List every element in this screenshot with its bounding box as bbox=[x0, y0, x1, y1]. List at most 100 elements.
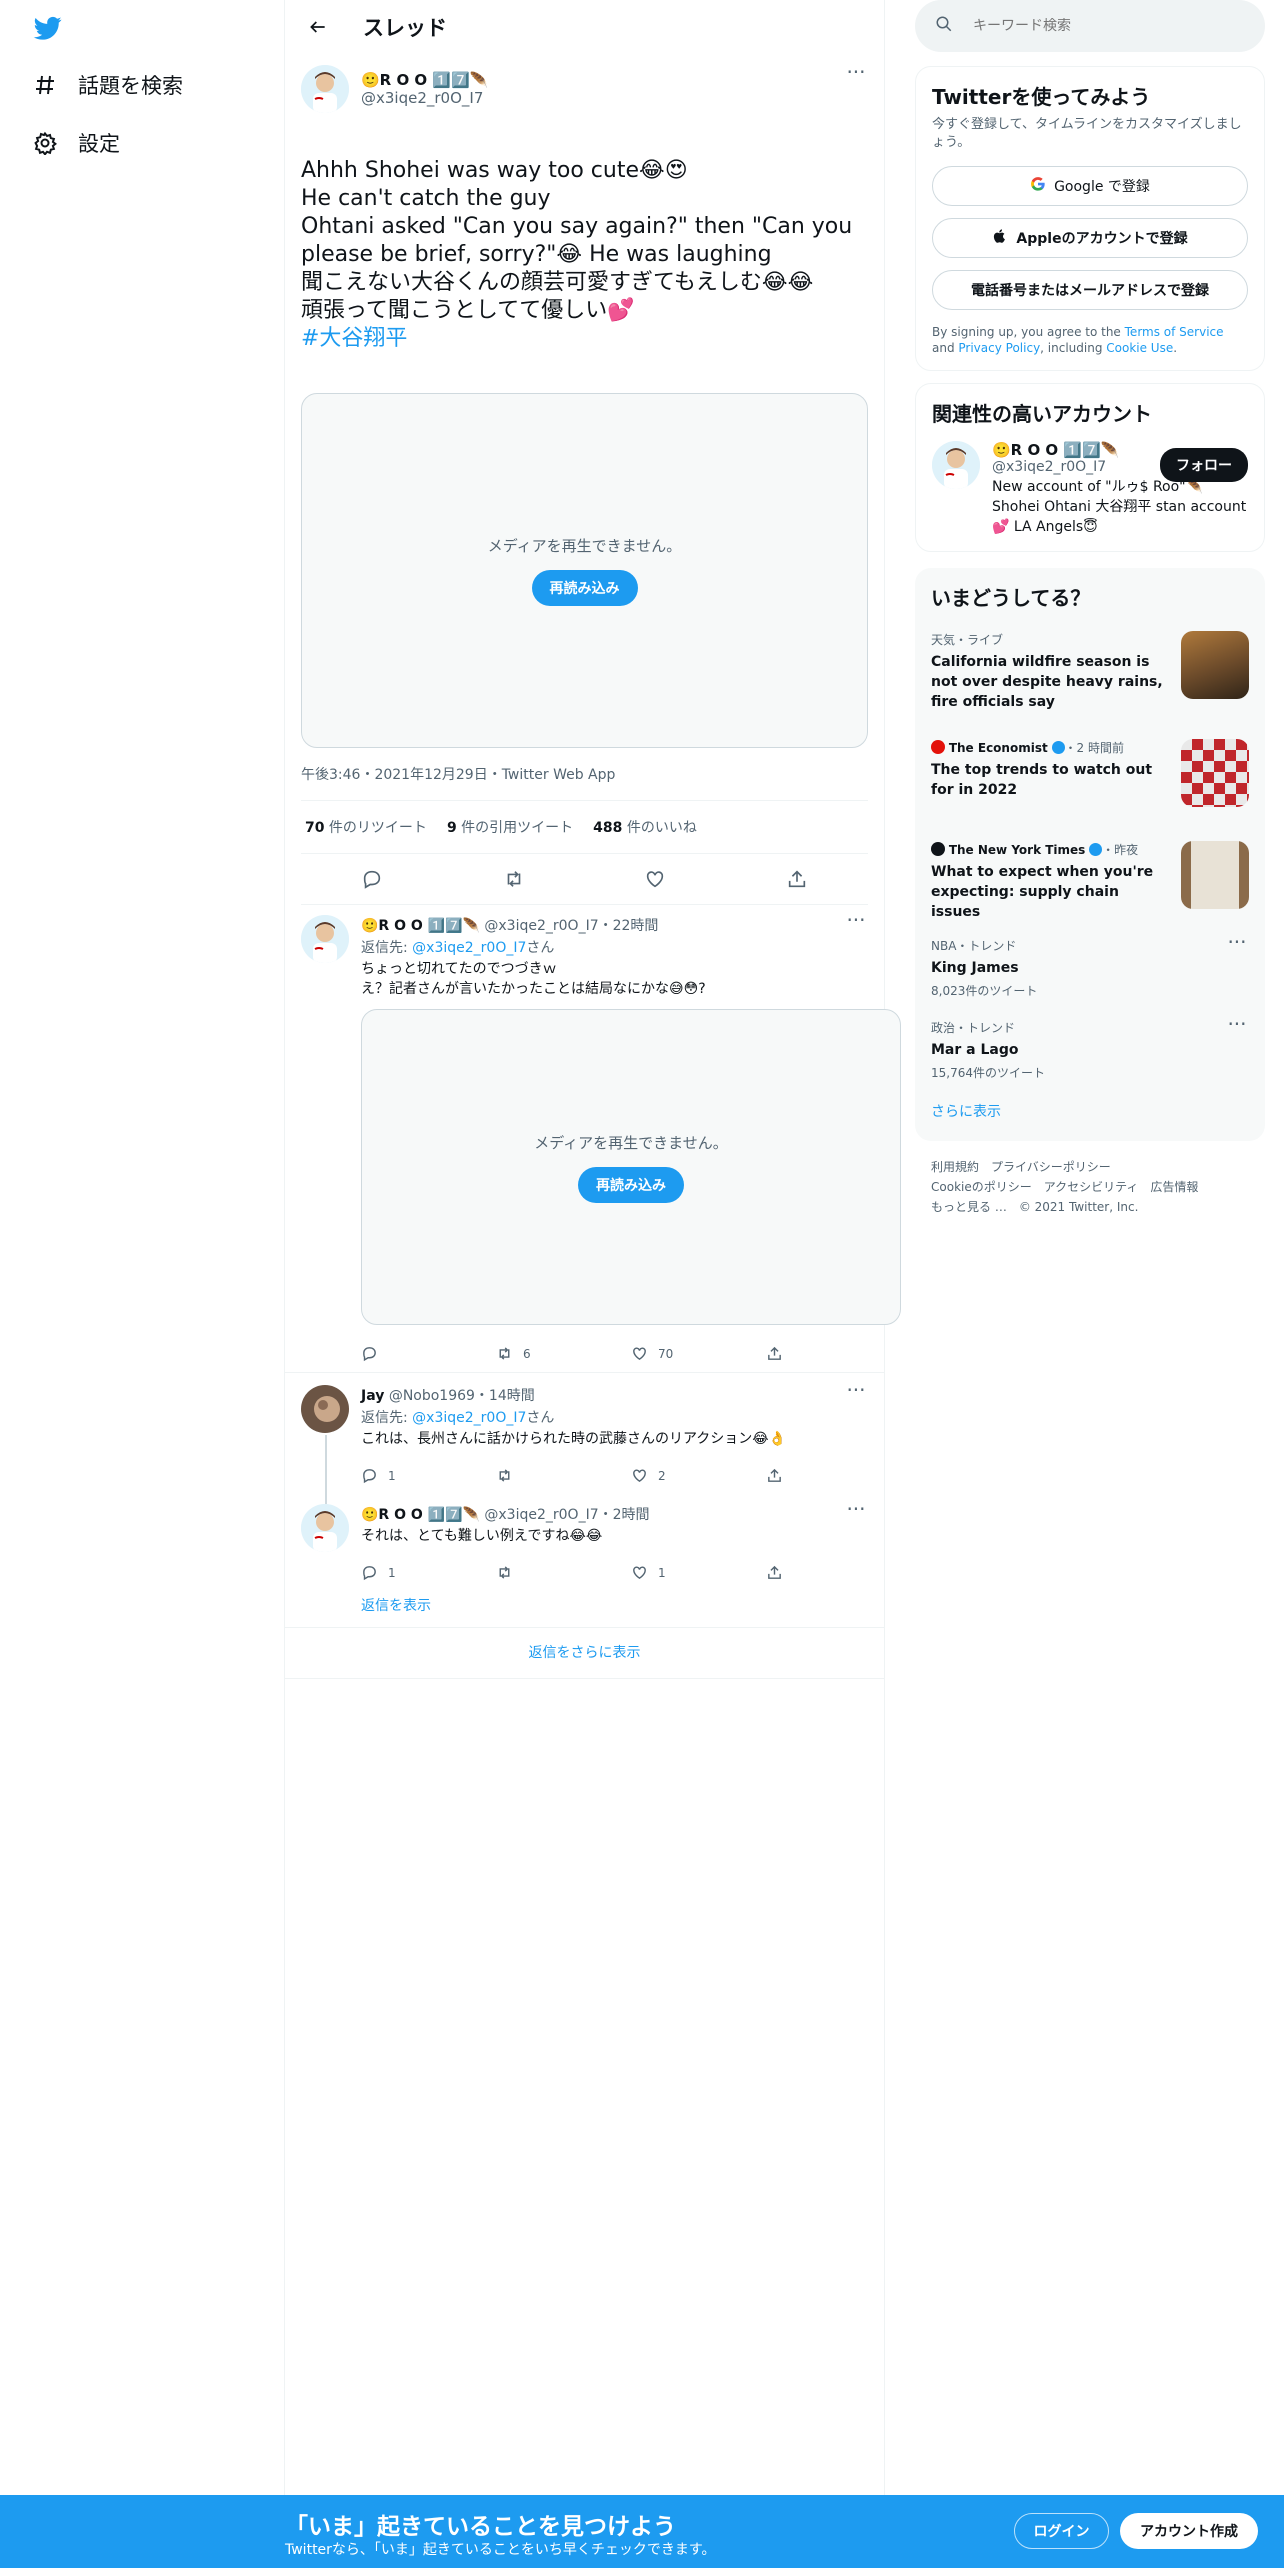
more-options-icon[interactable]: ··· bbox=[844, 1380, 868, 1403]
verified-icon bbox=[1051, 741, 1065, 754]
reply-tweet[interactable]: Jay @Nobo1969・14時間 返信先: @x3iqe2_r0O_I7さん… bbox=[285, 1373, 884, 1498]
tweet-text: Ahhh Shohei was way too cute😂😍 He can't … bbox=[301, 129, 868, 381]
retweet-icon bbox=[499, 1347, 510, 1360]
like-action[interactable]: 70 bbox=[631, 1345, 766, 1362]
handle-time[interactable]: @x3iqe2_r0O_I7・22時間 bbox=[484, 918, 658, 934]
more-options-icon[interactable]: ··· bbox=[844, 1499, 868, 1522]
reply-text: それは、とても難しい例えですね😂😂 bbox=[361, 1528, 603, 1544]
login-button[interactable]: ログイン bbox=[1014, 2513, 1109, 2549]
privacy-link[interactable]: Privacy Policy bbox=[958, 341, 1040, 355]
avatar[interactable] bbox=[301, 65, 349, 113]
footer-cookie[interactable]: Cookieのポリシー bbox=[931, 1180, 1032, 1194]
footer-terms[interactable]: 利用規約 bbox=[931, 1160, 979, 1174]
create-account-button[interactable]: アカウント作成 bbox=[1120, 2513, 1258, 2549]
reply-tweet[interactable]: 🙂R O O 1️⃣7️⃣🪶 @x3iqe2_r0O_I7・22時間 返信先: … bbox=[285, 905, 901, 1372]
wildfire-photo bbox=[1181, 631, 1249, 699]
quote-count[interactable]: 9 件の引用ツイート bbox=[447, 817, 573, 837]
search-bar[interactable] bbox=[915, 0, 1265, 52]
share-action[interactable] bbox=[766, 1467, 901, 1484]
retweet-action[interactable] bbox=[496, 1564, 631, 1581]
display-name[interactable]: 🙂R O O 1️⃣7️⃣🪶 bbox=[361, 1507, 480, 1523]
share-action[interactable] bbox=[766, 1345, 901, 1362]
left-nav: 話題を検索 設定 bbox=[0, 0, 285, 2495]
apple-signup-button[interactable]: Appleのアカウントで登録 bbox=[932, 218, 1248, 258]
reply-action[interactable] bbox=[361, 1345, 496, 1362]
like-icon[interactable] bbox=[640, 864, 670, 894]
like-count[interactable]: 488 件のいいね bbox=[593, 817, 697, 837]
avatar[interactable] bbox=[301, 1385, 349, 1433]
user-bio: New account of "ルゥ$ Roo"🪶 Shohei Ohtani … bbox=[992, 479, 1247, 535]
reply-icon[interactable] bbox=[357, 864, 387, 894]
trend-item[interactable]: The Economist ・2 時間前 The top trends to w… bbox=[931, 739, 1249, 821]
nav-settings-label: 設定 bbox=[78, 132, 120, 156]
footer-more[interactable]: もっと見る … bbox=[931, 1200, 1007, 1214]
terms-link[interactable]: Terms of Service bbox=[1125, 325, 1224, 339]
show-more-replies-link[interactable]: 返信をさらに表示 bbox=[285, 1628, 884, 1679]
hashtag-icon bbox=[32, 72, 58, 98]
trend-item[interactable]: The New York Times ・昨夜 What to expect wh… bbox=[931, 841, 1249, 923]
more-options-icon[interactable]: ··· bbox=[1225, 1014, 1249, 1037]
reply-tweet[interactable]: 🙂R O O 1️⃣7️⃣🪶 @x3iqe2_r0O_I7・2時間 それは、とて… bbox=[285, 1498, 884, 1627]
reply-action[interactable]: 1 bbox=[361, 1564, 496, 1581]
display-name[interactable]: 🙂R O O 1️⃣7️⃣🪶 bbox=[361, 918, 480, 934]
google-signup-button[interactable]: Google で登録 bbox=[932, 166, 1248, 206]
main-column: スレッド 🙂R O O 1️⃣7️⃣🪶 @x3iqe2_r0O_I7 ··· A… bbox=[285, 0, 901, 2495]
follow-button[interactable]: フォロー bbox=[1160, 448, 1248, 482]
trend-item[interactable]: NBA・トレンド King James 8,023件のツイート ··· bbox=[931, 932, 1249, 999]
retweet-count[interactable]: 70 件のリツイート bbox=[305, 817, 427, 837]
hashtag-link[interactable]: #大谷翔平 bbox=[301, 325, 868, 353]
nav-explore-label: 話題を検索 bbox=[78, 74, 183, 98]
nav-settings[interactable]: 設定 bbox=[32, 128, 120, 158]
twitter-bird-icon[interactable] bbox=[32, 14, 64, 42]
mention-link[interactable]: @x3iqe2_r0O_I7 bbox=[412, 940, 526, 956]
footer-accessibility[interactable]: アクセシビリティ bbox=[1044, 1180, 1139, 1194]
share-icon[interactable] bbox=[782, 864, 812, 894]
like-action[interactable]: 1 bbox=[631, 1564, 766, 1581]
nav-explore[interactable]: 話題を検索 bbox=[32, 70, 183, 100]
balls-photo bbox=[1181, 739, 1249, 807]
avatar[interactable] bbox=[301, 915, 349, 963]
display-name[interactable]: 🙂R O O 1️⃣7️⃣🪶 bbox=[361, 71, 488, 89]
search-input[interactable] bbox=[973, 18, 1223, 34]
media-unavailable: メディアを再生できません。 再読み込み bbox=[361, 1009, 901, 1325]
phone-email-signup-button[interactable]: 電話番号またはメールアドレスで登録 bbox=[932, 270, 1248, 310]
reply-action[interactable]: 1 bbox=[361, 1467, 496, 1484]
avatar[interactable] bbox=[301, 1504, 349, 1552]
trends-show-more[interactable]: さらに表示 bbox=[931, 1101, 1249, 1127]
display-name[interactable]: Jay bbox=[361, 1388, 384, 1404]
footer-privacy[interactable]: プライバシーポリシー bbox=[991, 1160, 1111, 1174]
signup-title: Twitterを使ってみよう bbox=[932, 85, 1151, 109]
retweet-action[interactable] bbox=[496, 1467, 631, 1484]
retweet-action[interactable]: 6 bbox=[496, 1345, 631, 1362]
thread-header: スレッド bbox=[285, 0, 884, 53]
footer-ads[interactable]: 広告情報 bbox=[1150, 1180, 1198, 1194]
focal-tweet: 🙂R O O 1️⃣7️⃣🪶 @x3iqe2_r0O_I7 ··· Ahhh S… bbox=[285, 53, 884, 905]
retweet-icon[interactable] bbox=[499, 864, 529, 894]
share-action[interactable] bbox=[766, 1564, 901, 1581]
reply-icon bbox=[363, 1469, 376, 1484]
handle-time[interactable]: @Nobo1969・14時間 bbox=[389, 1388, 535, 1404]
reload-button[interactable]: 再読み込み bbox=[578, 1166, 684, 1203]
reload-button[interactable]: 再読み込み bbox=[531, 570, 638, 606]
more-options-icon[interactable]: ··· bbox=[844, 910, 868, 933]
show-replies-link[interactable]: 返信を表示 bbox=[361, 1591, 901, 1627]
handle-time[interactable]: @x3iqe2_r0O_I7・2時間 bbox=[484, 1507, 649, 1523]
banner-title: 「いま」起きていることを見つけよう bbox=[285, 2514, 676, 2540]
trend-item[interactable]: 政治・トレンド Mar a Lago 15,764件のツイート ··· bbox=[931, 1014, 1249, 1081]
more-options-icon[interactable]: ··· bbox=[844, 62, 868, 85]
more-options-icon[interactable]: ··· bbox=[1225, 932, 1249, 955]
footer-copyright: © 2021 Twitter, Inc. bbox=[1018, 1200, 1139, 1214]
avatar[interactable] bbox=[932, 441, 980, 489]
reply-to: 返信先: @x3iqe2_r0O_I7さん bbox=[361, 1410, 555, 1426]
back-arrow-icon[interactable] bbox=[301, 10, 335, 44]
trend-item[interactable]: 天気・ライブ California wildfire season is not… bbox=[931, 631, 1249, 719]
cookie-link[interactable]: Cookie Use bbox=[1106, 341, 1173, 355]
like-action[interactable]: 2 bbox=[631, 1467, 766, 1484]
retweet-icon bbox=[499, 1566, 510, 1579]
tweet-timestamp[interactable]: 午後3:46・2021年12月29日・Twitter Web App bbox=[301, 748, 868, 801]
share-icon bbox=[768, 1565, 781, 1579]
media-error-text: メディアを再生できません。 bbox=[487, 537, 682, 555]
mention-link[interactable]: @x3iqe2_r0O_I7 bbox=[412, 1410, 526, 1426]
user-handle[interactable]: @x3iqe2_r0O_I7 bbox=[361, 89, 488, 107]
bottom-signup-banner: 「いま」起きていることを見つけよう Twitterなら、「いま」起きていることを… bbox=[0, 2495, 1284, 2568]
